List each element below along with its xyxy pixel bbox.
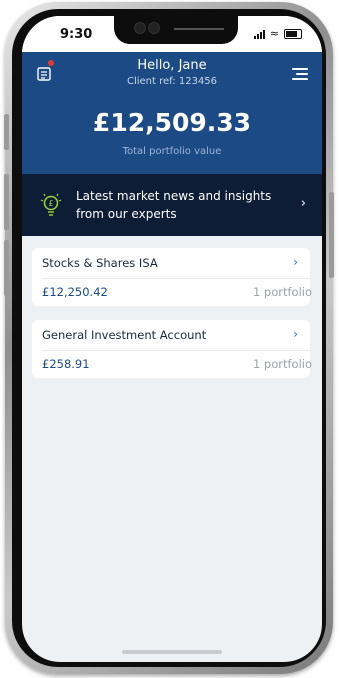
account-amount: £12,250.42 — [42, 285, 108, 299]
card-divider — [42, 278, 310, 279]
status-bar: 9:30 ≈ — [22, 16, 322, 52]
total-portfolio-value: £12,509.33 — [92, 108, 252, 137]
home-indicator[interactable] — [122, 650, 222, 654]
app-screen: 9:30 ≈ Hello, Jane Client ref: 123456 £1… — [22, 16, 322, 662]
speaker-grille — [174, 28, 224, 30]
chevron-right-icon: › — [300, 196, 306, 211]
wifi-icon: ≈ — [269, 27, 279, 40]
camera-icon — [134, 22, 146, 34]
chevron-right-icon: › — [293, 255, 298, 269]
account-card-isa[interactable]: Stocks & Shares ISA › £12,250.42 1 portf… — [32, 248, 312, 306]
account-name: General Investment Account — [42, 328, 207, 342]
client-ref: Client ref: 123456 — [126, 76, 218, 87]
portfolio-count: 1 portfolio — [252, 285, 312, 299]
menu-icon[interactable] — [292, 68, 308, 80]
portfolio-header: Hello, Jane Client ref: 123456 £12,509.3… — [22, 52, 322, 174]
sensor-icon — [148, 22, 160, 34]
notch — [114, 16, 238, 44]
signal-icon — [253, 30, 265, 39]
greeting-text: Hello, Jane — [137, 58, 207, 73]
battery-icon — [284, 29, 302, 39]
phone-mute-switch — [4, 114, 9, 150]
total-portfolio-label: Total portfolio value — [122, 146, 222, 157]
status-icons: ≈ — [253, 27, 302, 40]
phone-volume-down — [4, 240, 9, 296]
account-card-gia[interactable]: General Investment Account › £258.91 1 p… — [32, 320, 312, 378]
phone-power-button — [329, 192, 334, 278]
market-news-text: Latest market news and insights from our… — [76, 189, 272, 221]
card-divider — [42, 350, 310, 351]
phone-volume-up — [4, 174, 9, 230]
portfolio-count: 1 portfolio — [252, 357, 312, 371]
market-news-banner[interactable]: £ Latest market news and insights from o… — [22, 174, 322, 236]
account-amount: £258.91 — [42, 357, 90, 371]
lightbulb-icon: £ — [40, 193, 62, 216]
chevron-right-icon: › — [293, 327, 298, 341]
status-time: 9:30 — [60, 27, 93, 42]
account-name: Stocks & Shares ISA — [42, 256, 158, 270]
svg-text:£: £ — [48, 199, 53, 208]
